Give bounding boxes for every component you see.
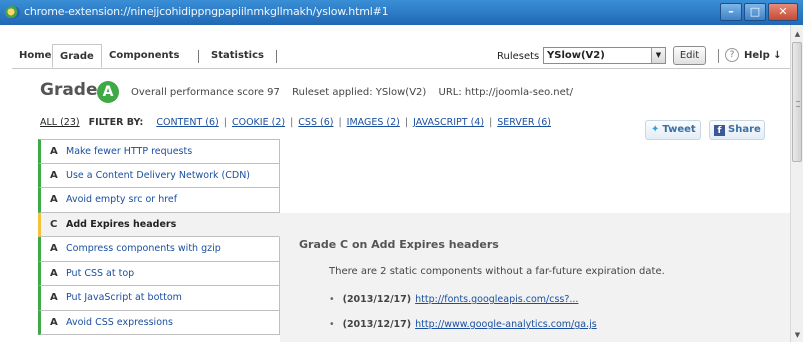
share-button[interactable]: f Share (709, 120, 765, 140)
rule-grade: A (50, 169, 58, 181)
component-url[interactable]: http://www.google-analytics.com/ga.js (415, 319, 597, 330)
help-link[interactable]: Help ↓ (744, 50, 782, 61)
filter-cookie[interactable]: COOKIE (2) (232, 117, 285, 128)
twitter-bird-icon: ✦ (651, 124, 660, 135)
scrollbar-thumb[interactable] (792, 42, 802, 162)
filter-by-label: FILTER BY: (88, 117, 144, 128)
rule-item[interactable]: A Avoid empty src or href (38, 188, 280, 213)
rule-item[interactable]: A Compress components with gzip (38, 237, 280, 262)
component-url[interactable]: http://fonts.googleapis.com/css?... (415, 294, 578, 305)
help-separator (718, 49, 719, 63)
filter-all[interactable]: ALL (23) (40, 117, 80, 128)
filter-bar: ALL (23) FILTER BY: CONTENT (6) | COOKIE (… (40, 117, 551, 128)
rulesets-value: YSlow(V2) (547, 50, 605, 61)
rule-item[interactable]: A Put CSS at top (38, 261, 280, 286)
rule-item[interactable]: A Make fewer HTTP requests (38, 139, 280, 164)
rule-grade: A (50, 292, 58, 303)
maximize-button[interactable]: □ (744, 3, 766, 21)
rule-item-selected[interactable]: C Add Expires headers (38, 212, 280, 237)
detail-description: There are 2 static components without a … (329, 266, 665, 277)
chevron-down-icon[interactable]: ▼ (651, 48, 665, 63)
grade-overview: Overall performance score 97 Ruleset app… (131, 87, 582, 98)
tweet-label: Tweet (662, 124, 696, 135)
rule-label: Avoid CSS expressions (66, 316, 173, 328)
ruleset-applied: Ruleset applied: YSlow(V2) (292, 87, 427, 98)
performance-score: Overall performance score 97 (131, 87, 280, 98)
bullet: • (329, 294, 335, 305)
scroll-down-icon[interactable]: ▼ (793, 331, 802, 339)
tab-statistics[interactable]: Statistics (204, 44, 271, 68)
vertical-scrollbar[interactable]: ▲ ▼ (790, 25, 803, 342)
rule-label: Add Expires headers (66, 218, 177, 230)
rule-grade: A (50, 194, 58, 205)
filter-content[interactable]: CONTENT (6) (156, 117, 218, 128)
tab-components[interactable]: Components (102, 44, 186, 68)
tab-grade[interactable]: Grade (52, 44, 102, 68)
rule-detail-panel: Grade C on Add Expires headers There are… (280, 213, 790, 342)
help-icon[interactable]: ? (725, 48, 739, 62)
rulesets-label: Rulesets (497, 51, 540, 62)
rule-label: Use a Content Delivery Network (CDN) (66, 169, 251, 181)
rule-label: Compress components with gzip (66, 243, 221, 254)
rule-item[interactable]: A Put JavaScript at bottom (38, 286, 280, 311)
rule-grade: C (50, 218, 58, 230)
scroll-up-icon[interactable]: ▲ (793, 30, 802, 38)
rule-label: Put JavaScript at bottom (66, 292, 182, 303)
rulesets-select[interactable]: YSlow(V2) ▼ (543, 47, 666, 64)
page-url: URL: http://joomla-seo.net/ (438, 87, 574, 98)
close-button[interactable]: ✕ (768, 3, 798, 21)
rule-grade: A (50, 267, 58, 279)
facebook-icon: f (714, 125, 725, 136)
tab-separator (276, 50, 277, 63)
filter-javascript[interactable]: JAVASCRIPT (4) (413, 117, 484, 128)
rule-label: Avoid empty src or href (66, 194, 178, 205)
rule-grade: A (50, 146, 58, 157)
share-label: Share (728, 124, 761, 135)
filter-css[interactable]: CSS (6) (298, 117, 333, 128)
window-title-bar: chrome-extension://ninejjcohidippngpapii… (0, 0, 803, 25)
rule-grade: A (50, 243, 58, 254)
window-title: chrome-extension://ninejjcohidippngpapii… (24, 5, 389, 18)
rule-grade: A (50, 316, 58, 328)
overall-grade-badge: A (97, 81, 119, 103)
filter-server[interactable]: SERVER (6) (497, 117, 551, 128)
rule-list: A Make fewer HTTP requests A Use a Conte… (38, 139, 280, 335)
edit-ruleset-button[interactable]: Edit (673, 46, 706, 65)
component-date: (2013/12/17) (342, 294, 412, 305)
minimize-button[interactable]: – (720, 3, 742, 21)
tab-separator (198, 50, 199, 63)
component-item: • (2013/12/17) http://www.google-analytics… (329, 319, 597, 330)
grade-heading: Grade (40, 80, 98, 100)
component-date: (2013/12/17) (342, 319, 412, 330)
bullet: • (329, 319, 335, 330)
filter-images[interactable]: IMAGES (2) (347, 117, 400, 128)
rule-label: Make fewer HTTP requests (66, 146, 193, 157)
tweet-button[interactable]: ✦ Tweet (645, 120, 701, 140)
rule-item[interactable]: A Use a Content Delivery Network (CDN) (38, 163, 280, 188)
rule-item[interactable]: A Avoid CSS expressions (38, 310, 280, 335)
rule-label: Put CSS at top (66, 267, 135, 279)
detail-title: Grade C on Add Expires headers (299, 238, 499, 251)
component-item: • (2013/12/17) http://fonts.googleapis.com… (329, 294, 578, 305)
tab-underline (12, 68, 790, 69)
chrome-icon (5, 6, 20, 19)
